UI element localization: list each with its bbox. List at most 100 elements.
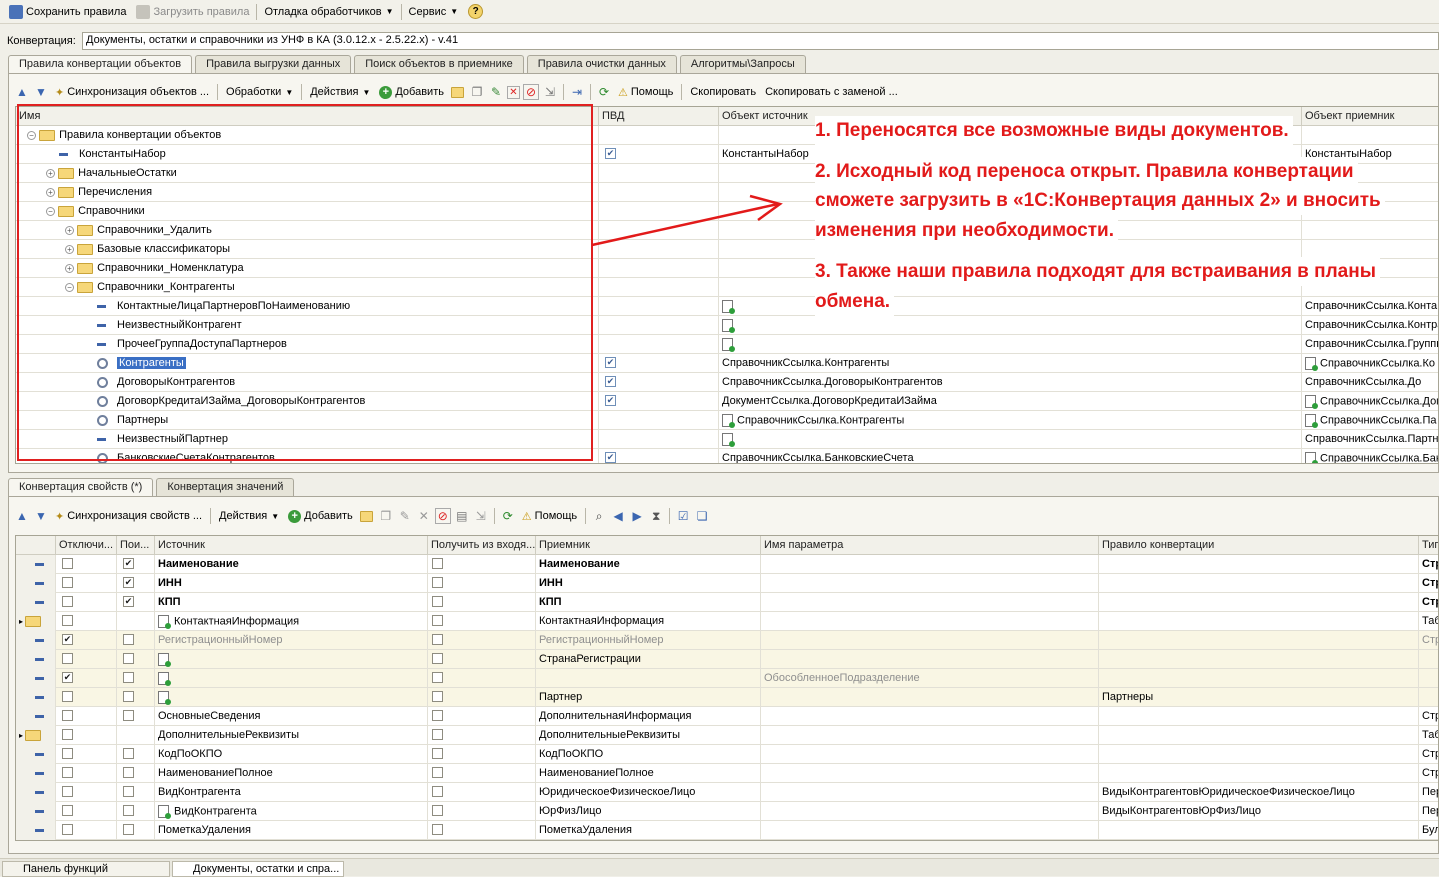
get-incoming-checkbox[interactable] <box>432 786 443 797</box>
copy-replace-button[interactable]: Скопировать с заменой ... <box>762 86 901 98</box>
get-incoming-checkbox[interactable] <box>432 710 443 721</box>
disabled-checkbox[interactable] <box>62 577 73 588</box>
search-checkbox[interactable] <box>123 748 134 759</box>
tab-search-objects[interactable]: Поиск объектов в приемнике <box>354 55 524 73</box>
disabled-checkbox[interactable] <box>62 748 73 759</box>
disabled-checkbox[interactable] <box>62 710 73 721</box>
disabled-checkbox[interactable] <box>62 634 73 645</box>
tab-value-conversion[interactable]: Конвертация значений <box>156 478 295 496</box>
get-incoming-checkbox[interactable] <box>432 767 443 778</box>
table-row[interactable]: ВидКонтрагента ЮрФизЛицо ВидыКонтрагентовЮ… <box>16 802 1438 821</box>
table-row[interactable]: Наименование Наименование Стр <box>16 555 1438 574</box>
pvd-checkbox[interactable] <box>605 376 616 387</box>
tab-object-conversion[interactable]: Правила конвертации объектов <box>8 55 193 74</box>
column-header-disabled[interactable]: Отключи... <box>56 536 117 555</box>
refresh-icon[interactable]: ⟳ <box>596 84 612 100</box>
search-checkbox[interactable] <box>123 653 134 664</box>
edit-icon[interactable]: ✎ <box>488 84 504 100</box>
disable-icon[interactable]: ⊘ <box>522 84 539 100</box>
arrow-right-icon[interactable]: ▶ <box>629 508 645 524</box>
filter-icon[interactable]: ⧗ <box>648 508 664 524</box>
processing-menu[interactable]: Обработки ▼ <box>223 86 296 98</box>
column-header-source[interactable]: Источник <box>155 536 428 555</box>
column-header-target-object[interactable]: Объект приемник <box>1302 107 1438 126</box>
table-row[interactable]: Партнер Партнеры <box>16 688 1438 707</box>
uncheck-all-icon[interactable]: ❏ <box>694 508 710 524</box>
add-button[interactable]: + Добавить <box>376 85 447 99</box>
table-row[interactable]: НаименованиеПолное НаименованиеПолное Стр <box>16 764 1438 783</box>
get-incoming-checkbox[interactable] <box>432 729 443 740</box>
debug-menu[interactable]: Отладка обработчиков ▼ <box>259 2 398 22</box>
disabled-checkbox[interactable] <box>62 786 73 797</box>
get-incoming-checkbox[interactable] <box>432 634 443 645</box>
get-incoming-checkbox[interactable] <box>432 824 443 835</box>
get-incoming-checkbox[interactable] <box>432 672 443 683</box>
table-row[interactable]: ОбособленноеПодразделение <box>16 669 1438 688</box>
move-icon[interactable]: ⇲ <box>473 508 489 524</box>
table-row[interactable]: КПП КПП Стр <box>16 593 1438 612</box>
taskbar-item-current-document[interactable]: Документы, остатки и спра... <box>172 861 344 877</box>
column-header-search[interactable]: Пои... <box>117 536 155 555</box>
group-icon[interactable]: ▤ <box>454 508 470 524</box>
move-icon[interactable]: ⇲ <box>542 84 558 100</box>
column-header-pvd[interactable]: ПВД <box>599 107 719 126</box>
get-incoming-checkbox[interactable] <box>432 577 443 588</box>
column-header-param-name[interactable]: Имя параметра <box>761 536 1099 555</box>
table-row[interactable]: ОсновныеСведения ДополнительнаяИнформация… <box>16 707 1438 726</box>
search-checkbox[interactable] <box>123 805 134 816</box>
add-folder-icon[interactable] <box>450 84 466 100</box>
tab-cleanup-rules[interactable]: Правила очистки данных <box>526 55 677 73</box>
copy-icon[interactable]: ❐ <box>469 84 485 100</box>
search-checkbox[interactable] <box>123 767 134 778</box>
get-incoming-checkbox[interactable] <box>432 748 443 759</box>
table-row[interactable]: КодПоОКПО КодПоОКПО Стр <box>16 745 1438 764</box>
pvd-checkbox[interactable] <box>605 452 616 463</box>
tab-algorithms[interactable]: Алгоритмы\Запросы <box>679 55 806 73</box>
search-checkbox[interactable] <box>123 634 134 645</box>
actions-menu[interactable]: Действия ▼ <box>307 86 373 98</box>
add-button[interactable]: + Добавить <box>285 509 356 523</box>
disabled-checkbox[interactable] <box>62 558 73 569</box>
pvd-checkbox[interactable] <box>605 395 616 406</box>
get-incoming-checkbox[interactable] <box>432 653 443 664</box>
disabled-checkbox[interactable] <box>62 596 73 607</box>
import-icon[interactable]: ⇥ <box>569 84 585 100</box>
pvd-checkbox[interactable] <box>605 148 616 159</box>
arrow-up-icon[interactable]: ▲ <box>14 84 30 100</box>
taskbar-item-functions-panel[interactable]: Панель функций <box>2 861 170 877</box>
table-row[interactable]: ▸ ДополнительныеРеквизиты ДополнительныеРе… <box>16 726 1438 745</box>
help-button[interactable]: ? <box>463 2 488 22</box>
search-checkbox[interactable] <box>123 710 134 721</box>
search-checkbox[interactable] <box>123 824 134 835</box>
table-row[interactable]: СтранаРегистрации <box>16 650 1438 669</box>
check-all-icon[interactable]: ☑ <box>675 508 691 524</box>
conversion-field[interactable]: Документы, остатки и справочники из УНФ … <box>82 32 1439 50</box>
disabled-checkbox[interactable] <box>62 824 73 835</box>
table-row[interactable]: ПометкаУдаления ПометкаУдаления Бул <box>16 821 1438 840</box>
table-row[interactable]: ВидКонтрагента ЮридическоеФизическоеЛицо В… <box>16 783 1438 802</box>
help-button[interactable]: ⚠ Помощь <box>615 86 676 99</box>
table-row[interactable]: ▸ КонтактнаяИнформация КонтактнаяИнформаци… <box>16 612 1438 631</box>
save-rules-button[interactable]: Сохранить правила <box>4 2 131 22</box>
edit-icon[interactable]: ✎ <box>397 508 413 524</box>
search-checkbox[interactable] <box>123 672 134 683</box>
delete-icon[interactable]: ✕ <box>506 85 520 99</box>
disabled-checkbox[interactable] <box>62 767 73 778</box>
copy-button[interactable]: Скопировать <box>687 86 759 98</box>
sync-properties-button[interactable]: ✦ Синхронизация свойств ... <box>52 510 205 523</box>
add-folder-icon[interactable] <box>359 508 375 524</box>
copy-icon[interactable]: ❐ <box>378 508 394 524</box>
service-menu[interactable]: Сервис ▼ <box>404 2 464 22</box>
load-rules-button[interactable]: Загрузить правила <box>131 2 254 22</box>
get-incoming-checkbox[interactable] <box>432 558 443 569</box>
arrow-down-icon[interactable]: ▼ <box>33 84 49 100</box>
search-icon[interactable]: ⌕ <box>591 508 607 524</box>
arrow-left-icon[interactable]: ◀ <box>610 508 626 524</box>
pvd-checkbox[interactable] <box>605 357 616 368</box>
disabled-checkbox[interactable] <box>62 691 73 702</box>
column-header-conv-rule[interactable]: Правило конвертации <box>1099 536 1419 555</box>
search-checkbox[interactable] <box>123 577 134 588</box>
tab-export-rules[interactable]: Правила выгрузки данных <box>195 55 352 73</box>
disabled-checkbox[interactable] <box>62 805 73 816</box>
disabled-checkbox[interactable] <box>62 729 73 740</box>
